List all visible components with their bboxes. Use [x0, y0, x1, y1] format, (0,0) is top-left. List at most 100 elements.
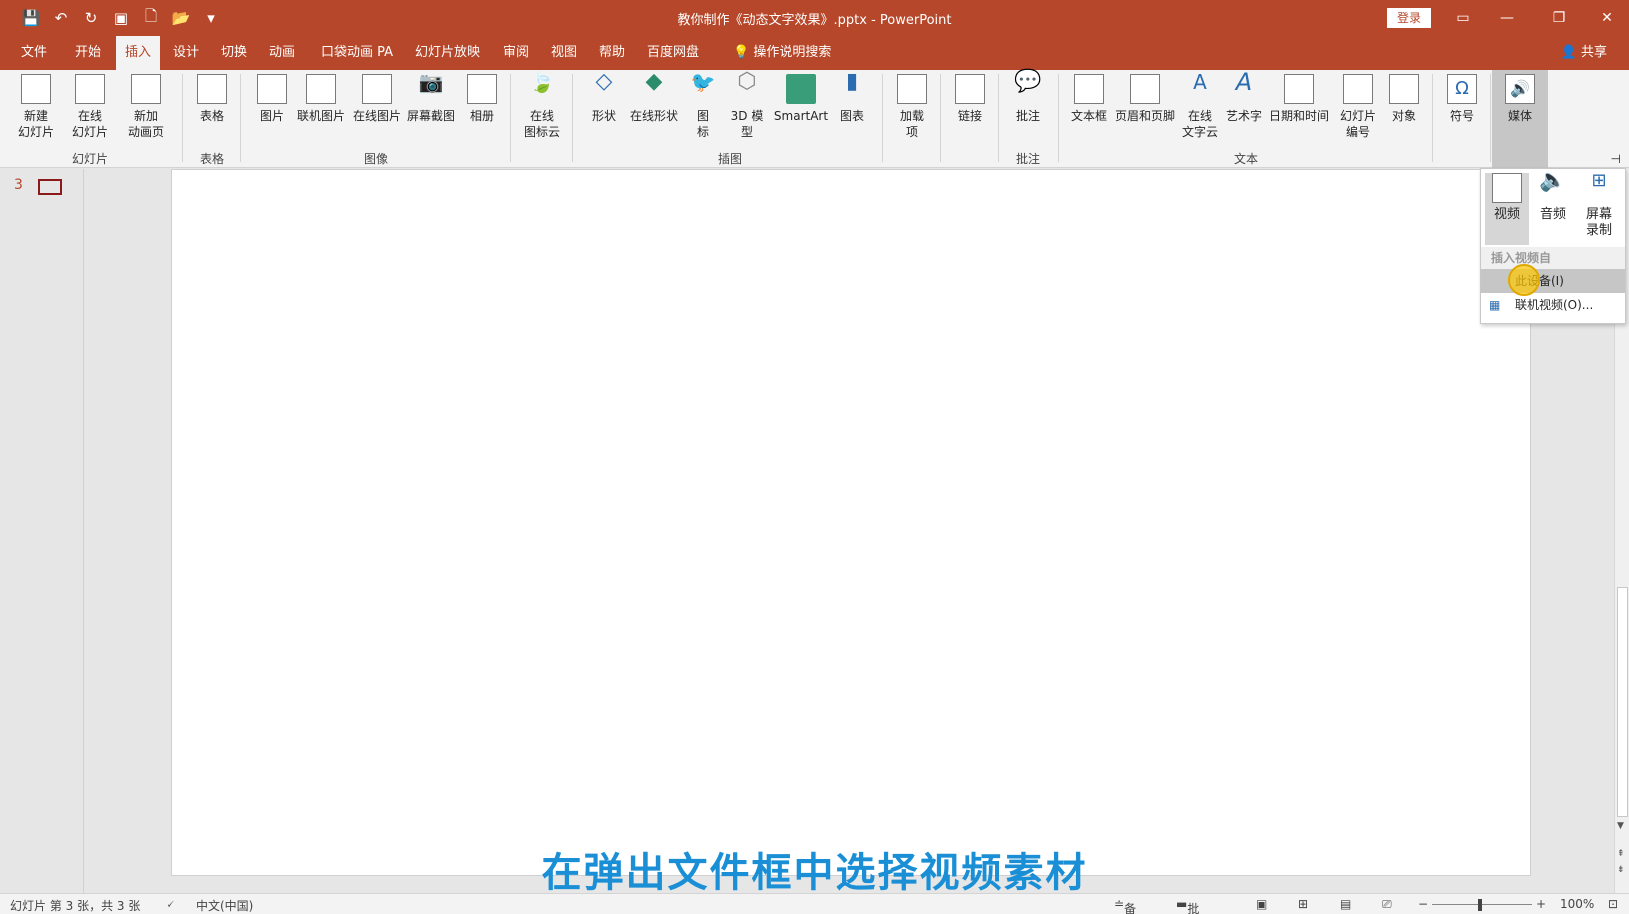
- screen-record-icon: ⊞: [1591, 170, 1607, 191]
- new-slide-label: 新建 幻灯片: [17, 109, 54, 139]
- add-animation-page-button[interactable]: 新加 动画页: [118, 74, 174, 140]
- minimize-button[interactable]: —: [1484, 0, 1530, 36]
- zoom-in-icon[interactable]: +: [1536, 897, 1546, 911]
- link-icon: [955, 74, 985, 104]
- restore-button[interactable]: ❐: [1536, 0, 1582, 36]
- scroll-down-icon[interactable]: ▼: [1617, 821, 1624, 831]
- language-indicator[interactable]: 中文(中国): [196, 897, 253, 914]
- share-label: 共享: [1580, 45, 1607, 60]
- tab-file[interactable]: 文件: [12, 36, 56, 70]
- normal-view-icon[interactable]: ▣: [1256, 897, 1267, 911]
- slide-number-button[interactable]: 幻灯片 编号: [1332, 74, 1384, 140]
- zoom-out-icon[interactable]: −: [1418, 897, 1428, 911]
- symbol-button[interactable]: Ω 符号: [1440, 74, 1484, 124]
- date-time-label: 日期和时间: [1268, 109, 1329, 123]
- tab-baidu-netdisk[interactable]: 百度网盘: [638, 36, 708, 70]
- tab-home[interactable]: 开始: [66, 36, 110, 70]
- notes-button[interactable]: ≐ 备注: [1114, 897, 1136, 914]
- tab-pocket-animation[interactable]: 口袋动画 PA: [312, 36, 402, 70]
- addins-button[interactable]: 加载 项: [890, 74, 934, 140]
- film-icon: [1492, 173, 1522, 203]
- symbol-label: 符号: [1449, 109, 1474, 123]
- shapes-button[interactable]: ◇ 形状: [584, 71, 624, 124]
- hash-icon: [1343, 74, 1373, 104]
- speaker-icon: 🔊: [1505, 74, 1535, 104]
- tab-search[interactable]: 💡 操作说明搜索: [724, 36, 840, 70]
- audio-button[interactable]: 🔈 音频: [1531, 170, 1575, 223]
- reading-view-icon[interactable]: ▤: [1340, 897, 1351, 911]
- add-animation-label: 新加 动画页: [127, 109, 164, 139]
- 3d-model-label: 3D 模 型: [730, 109, 764, 139]
- tab-animations[interactable]: 动画: [260, 36, 304, 70]
- screenshot-label: 屏幕截图: [406, 109, 455, 123]
- slide-canvas[interactable]: [171, 169, 1531, 876]
- online-text-cloud-button[interactable]: A 在线 文字云: [1178, 72, 1222, 140]
- calendar-icon: [1284, 74, 1314, 104]
- new-slide-icon: [21, 74, 51, 104]
- pin-ribbon-icon[interactable]: ⊣: [1611, 152, 1621, 166]
- album-button[interactable]: 相册: [460, 74, 504, 124]
- scrollbar-thumb[interactable]: [1617, 587, 1628, 817]
- media-button[interactable]: 🔊 媒体: [1492, 70, 1548, 168]
- group-separator: [882, 74, 883, 162]
- spellcheck-icon[interactable]: 🗸: [166, 897, 174, 912]
- tab-transitions[interactable]: 切换: [212, 36, 256, 70]
- table-button[interactable]: 表格: [190, 74, 234, 124]
- group-illustrations-label: 插图: [717, 152, 742, 166]
- sorter-view-icon[interactable]: ⊞: [1298, 897, 1308, 911]
- zoom-slider-thumb[interactable]: [1478, 899, 1482, 911]
- tab-slideshow[interactable]: 幻灯片放映: [406, 36, 489, 70]
- comment-button[interactable]: 💬 批注: [1006, 71, 1050, 124]
- link-button[interactable]: 链接: [948, 74, 992, 124]
- object-button[interactable]: 对象: [1384, 74, 1424, 124]
- slide-thumbnail[interactable]: [38, 179, 62, 195]
- tab-design[interactable]: 设计: [164, 36, 208, 70]
- tab-review[interactable]: 审阅: [494, 36, 538, 70]
- zoom-level[interactable]: 100%: [1560, 897, 1594, 911]
- screenshot-button[interactable]: 📷 屏幕截图: [404, 72, 458, 124]
- search-label: 操作说明搜索: [753, 45, 832, 60]
- slideshow-view-icon[interactable]: ⎚: [1382, 897, 1392, 912]
- submenu-header: 插入视频自: [1481, 247, 1625, 269]
- person-icon: 👤: [1560, 45, 1581, 60]
- online-picture2-button[interactable]: 在线图片: [350, 74, 404, 124]
- omega-icon: Ω: [1447, 74, 1477, 104]
- online-slide-button[interactable]: 在线 幻灯片: [64, 74, 116, 140]
- picture-icon: [257, 74, 287, 104]
- online-icon-cloud-button[interactable]: 🍃 在线 图标云: [518, 72, 566, 140]
- online-shapes-button[interactable]: ◆ 在线形状: [626, 71, 682, 124]
- group-comments-label: 批注: [1015, 152, 1040, 166]
- comments-button[interactable]: ▬ 批注: [1176, 897, 1199, 914]
- close-button[interactable]: ✕: [1584, 0, 1629, 36]
- tab-insert[interactable]: 插入: [116, 36, 161, 70]
- share-button[interactable]: 👤 共享: [1561, 36, 1607, 70]
- smartart-button[interactable]: SmartArt: [770, 74, 832, 124]
- picture-button[interactable]: 图片: [252, 74, 292, 124]
- new-slide-button[interactable]: 新建 幻灯片: [10, 74, 62, 140]
- 3d-model-button[interactable]: ⬡ 3D 模 型: [726, 71, 768, 140]
- status-bar: 幻灯片 第 3 张，共 3 张 🗸 中文(中国) ≐ 备注 ▬ 批注 ▣ ⊞ ▤…: [0, 893, 1629, 914]
- video-button[interactable]: 视频: [1485, 173, 1529, 245]
- wordart-button[interactable]: A 艺术字: [1222, 70, 1266, 124]
- menu-item-this-device[interactable]: 此设备(I): [1481, 269, 1625, 293]
- login-button[interactable]: 登录: [1387, 8, 1431, 28]
- menu-item-online-video[interactable]: ▦ 联机视频(O)...: [1481, 293, 1625, 317]
- screen-record-button[interactable]: ⊞ 屏幕 录制: [1577, 170, 1621, 239]
- album-icon: [467, 74, 497, 104]
- smartart-label: SmartArt: [773, 109, 829, 123]
- picture-label: 图片: [259, 109, 284, 123]
- header-footer-button[interactable]: 页眉和页脚: [1112, 74, 1178, 124]
- ribbon-display-icon[interactable]: ▭: [1440, 0, 1486, 36]
- tab-help[interactable]: 帮助: [590, 36, 634, 70]
- zoom-slider[interactable]: [1432, 904, 1532, 905]
- fit-window-icon[interactable]: ⊡: [1608, 897, 1618, 911]
- textbox-button[interactable]: 文本框: [1066, 74, 1112, 124]
- group-separator: [510, 74, 511, 162]
- online-picture-button[interactable]: 联机图片: [294, 74, 348, 124]
- icons-button[interactable]: 🐦 图 标: [686, 70, 720, 140]
- tab-view[interactable]: 视图: [542, 36, 586, 70]
- chart-button[interactable]: ▮ 图表: [834, 71, 870, 124]
- date-time-button[interactable]: 日期和时间: [1266, 74, 1332, 124]
- bird-icon: 🐦: [690, 70, 716, 94]
- add-animation-icon: [131, 74, 161, 104]
